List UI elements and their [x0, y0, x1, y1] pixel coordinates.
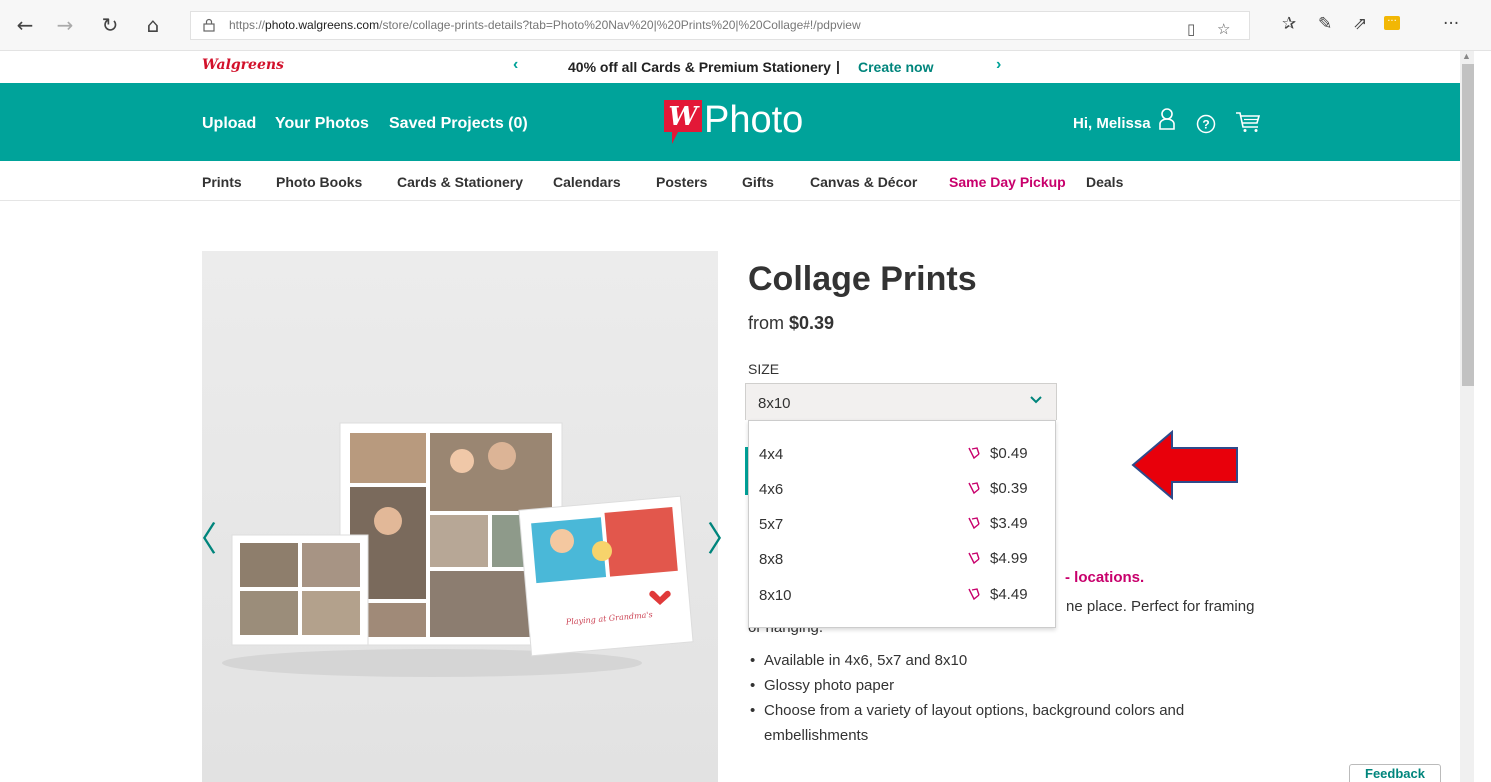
promo-bar: Walgreens ‹ 40% off all Cards & Premium … — [0, 51, 1460, 83]
lock-icon — [203, 18, 215, 32]
feedback-button[interactable]: Feedback — [1349, 764, 1441, 782]
red-arrow-annotation — [1131, 430, 1238, 500]
carousel-prev-icon[interactable]: 〈 — [183, 512, 217, 561]
nav-photo-books[interactable]: Photo Books — [276, 174, 362, 190]
scrollbar-thumb[interactable] — [1462, 64, 1474, 386]
size-option-label: 8x8 — [759, 551, 784, 568]
scroll-up-icon[interactable]: ▲ — [1462, 51, 1471, 61]
your-photos-link[interactable]: Your Photos — [275, 115, 369, 133]
browser-toolbar: ← → ↻ ⌂ https://photo.walgreens.com/stor… — [0, 0, 1491, 51]
size-option-label: 4x6 — [759, 481, 784, 498]
size-select-value: 8x10 — [758, 395, 791, 412]
nav-prints[interactable]: Prints — [202, 174, 242, 190]
small-collage-print — [231, 534, 369, 646]
size-option-price: $4.49 — [990, 586, 1028, 603]
promo-separator: | — [836, 58, 840, 74]
price-from: from $0.39 — [748, 313, 834, 334]
favorite-star-icon[interactable]: ☆ — [1217, 16, 1230, 39]
feature-item: Available in 4x6, 5x7 and 8x10 — [748, 648, 1184, 673]
promo-tag-icon — [968, 447, 980, 460]
chevron-down-icon — [1030, 396, 1042, 404]
url-host: photo.walgreens.com — [265, 18, 380, 32]
home-icon[interactable]: ⌂ — [142, 14, 164, 36]
from-price: $0.39 — [789, 313, 835, 333]
site-header: Upload Your Photos Saved Projects (0) W … — [0, 83, 1460, 161]
promo-tag-icon — [968, 552, 980, 565]
logo-letter: W — [668, 102, 700, 132]
promo-tag-icon — [968, 588, 980, 601]
feature-item-continued: embellishments — [764, 727, 869, 744]
product-title: Collage Prints — [748, 260, 977, 298]
address-bar[interactable]: https://photo.walgreens.com/store/collag… — [190, 11, 1250, 40]
nav-deals[interactable]: Deals — [1086, 174, 1123, 190]
user-icon[interactable] — [1159, 108, 1175, 130]
nav-posters[interactable]: Posters — [656, 174, 707, 190]
feature-item: Choose from a variety of layout options,… — [748, 698, 1184, 723]
description-line: ne place. Perfect for framing — [1066, 598, 1255, 615]
walgreens-logo[interactable]: Walgreens — [202, 57, 284, 73]
size-option-price: $3.49 — [990, 515, 1028, 532]
size-option-label: 5x7 — [759, 516, 784, 533]
feature-list: Available in 4x6, 5x7 and 8x10 Glossy ph… — [748, 648, 1184, 748]
nav-gifts[interactable]: Gifts — [742, 174, 774, 190]
size-option-price: $0.49 — [990, 445, 1028, 462]
category-nav: Prints Photo Books Cards & Stationery Ca… — [0, 161, 1460, 201]
nav-same-day-pickup[interactable]: Same Day Pickup — [949, 174, 1066, 190]
extension-icon[interactable]: ··· — [1384, 16, 1400, 30]
promo-next-icon[interactable]: › — [996, 56, 1001, 74]
from-label: from — [748, 313, 784, 333]
create-now-link[interactable]: Create now — [858, 59, 933, 75]
back-icon[interactable]: ← — [14, 14, 36, 36]
promo-prev-icon[interactable]: ‹ — [513, 56, 518, 74]
size-label: SIZE — [748, 361, 780, 377]
image-shadow — [222, 649, 642, 677]
store-locations-link[interactable]: - locations. — [1065, 569, 1144, 586]
grandma-collage-card: Playing at Grandma's — [518, 495, 694, 657]
url-scheme: https:// — [229, 18, 266, 32]
size-option-price: $0.39 — [990, 480, 1028, 497]
nav-cards-stationery[interactable]: Cards & Stationery — [397, 174, 523, 190]
help-icon[interactable]: ? — [1196, 114, 1216, 134]
size-option-price: $4.99 — [990, 550, 1028, 567]
saved-projects-link[interactable]: Saved Projects (0) — [389, 115, 528, 133]
cart-icon[interactable] — [1235, 111, 1261, 133]
url-path: /store/collage-prints-details?tab=Photo%… — [379, 18, 861, 32]
walgreens-w-logo[interactable]: W — [664, 100, 702, 144]
pen-icon[interactable]: ✎ — [1318, 14, 1332, 34]
feature-item: Glossy photo paper — [748, 673, 1184, 698]
photo-logo-text: Photo — [704, 99, 804, 141]
nav-calendars[interactable]: Calendars — [553, 174, 621, 190]
nav-canvas-decor[interactable]: Canvas & Décor — [810, 174, 917, 190]
share-icon[interactable]: ⇗ — [1353, 14, 1367, 34]
promo-text: 40% off all Cards & Premium Stationery — [568, 59, 831, 75]
reading-view-icon[interactable]: ▯ — [1187, 16, 1195, 39]
collage-prints-image[interactable]: Playing at Grandma's — [202, 251, 718, 782]
account-greeting[interactable]: Hi, Melissa — [1073, 115, 1151, 132]
carousel-next-icon[interactable]: 〉 — [707, 512, 741, 561]
promo-tag-icon — [968, 517, 980, 530]
favorites-list-icon[interactable]: ✰ — [1282, 14, 1296, 34]
upload-link[interactable]: Upload — [202, 115, 256, 133]
size-select[interactable]: 8x10 — [745, 383, 1057, 420]
more-menu-icon[interactable]: ··· — [1443, 14, 1459, 34]
svg-text:?: ? — [1202, 118, 1209, 132]
refresh-icon[interactable]: ↻ — [99, 14, 121, 36]
product-image-panel: Playing at Grandma's — [202, 251, 718, 782]
size-option-label: 4x4 — [759, 446, 784, 463]
promo-tag-icon — [968, 482, 980, 495]
size-option-label: 8x10 — [759, 587, 792, 604]
forward-icon[interactable]: → — [54, 14, 76, 36]
